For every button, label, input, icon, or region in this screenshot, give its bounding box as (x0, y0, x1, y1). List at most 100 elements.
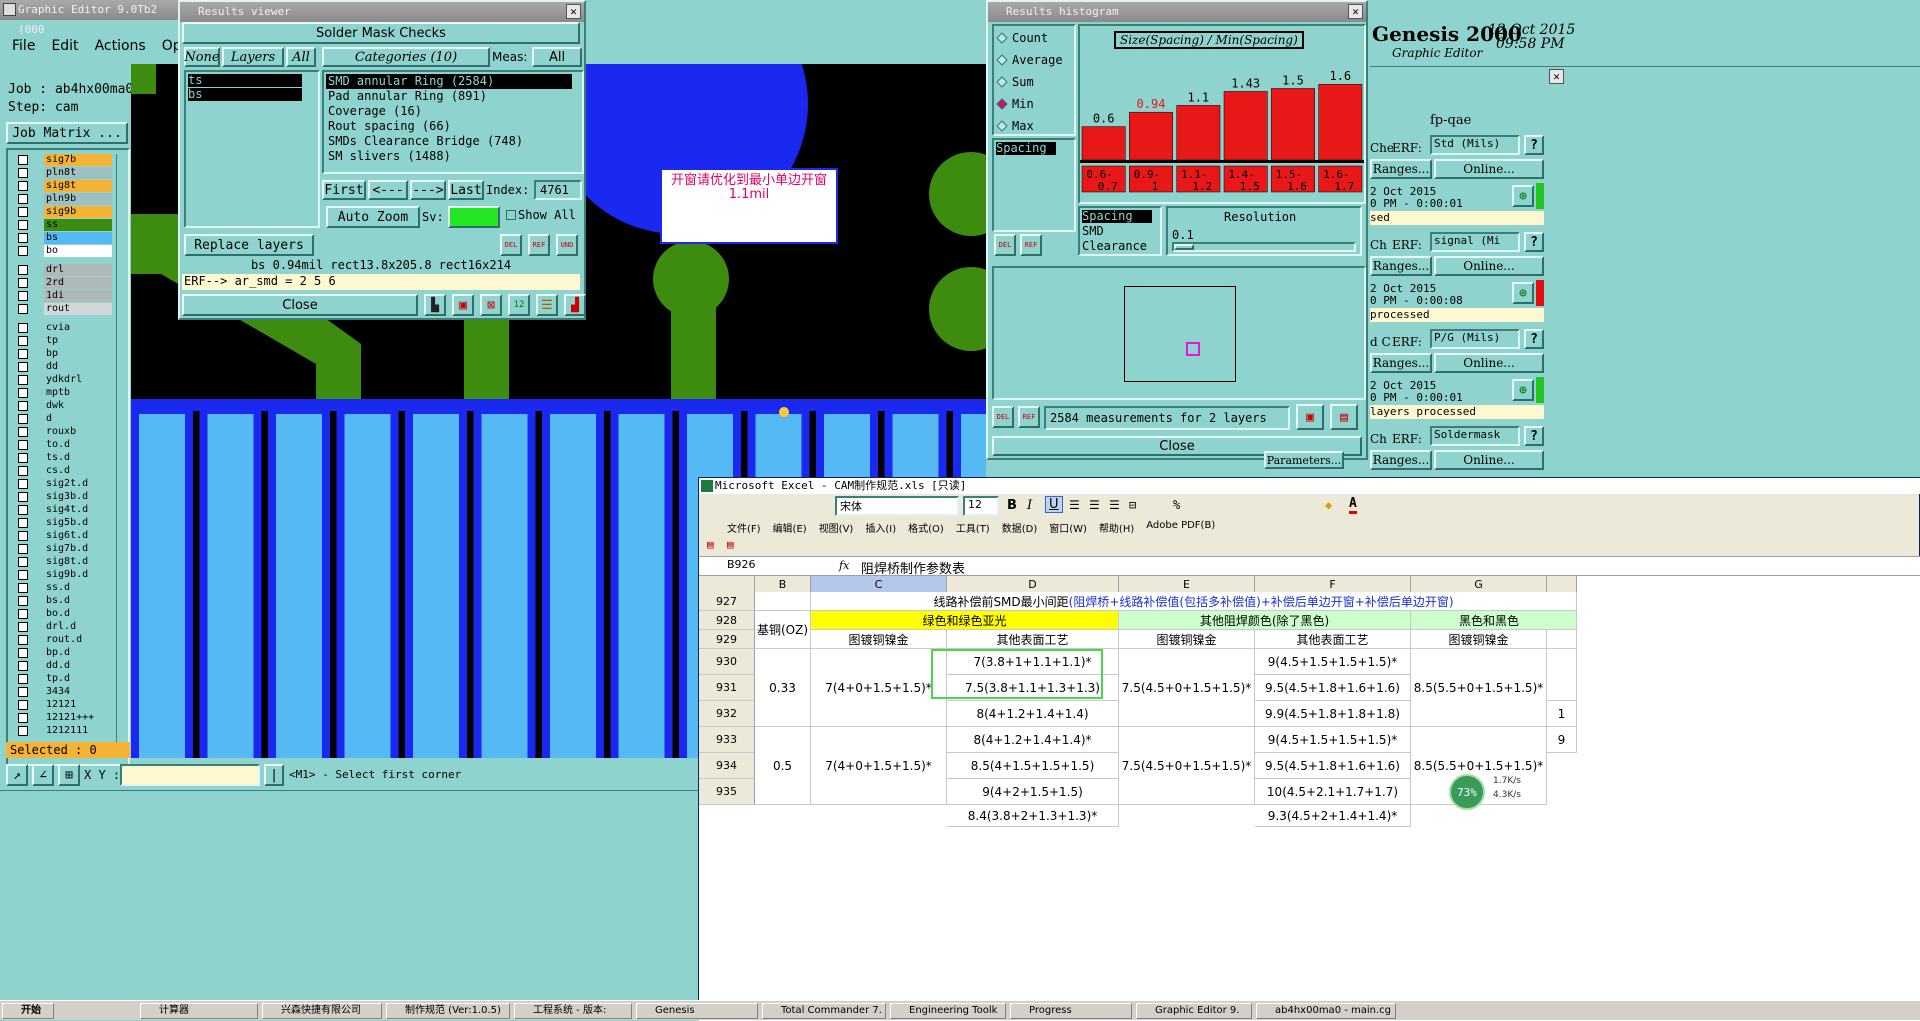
layer-name[interactable]: 12121+++ (44, 712, 112, 724)
rv-layer-bs[interactable]: bs (188, 88, 302, 101)
cell-927-title[interactable]: 线路补偿前SMD最小间距 (阻焊桥+线路补偿值(包括多补偿值)+补偿后单边开窗+补… (811, 592, 1577, 611)
layer-name[interactable]: sig7b (44, 154, 112, 166)
rv-index-input[interactable]: 4761 (534, 180, 582, 200)
cell-f930[interactable]: 9(4.5+1.5+1.5+1.5)* (1255, 649, 1411, 675)
tool-icon-1[interactable]: ↗ (6, 764, 28, 786)
hist-close-icon[interactable]: ✕ (1348, 4, 1363, 19)
layer-row[interactable]: sig7b (18, 154, 112, 166)
layer-scrollbar[interactable] (116, 154, 126, 754)
layer-row[interactable]: dwk (18, 400, 112, 412)
taskbar-item[interactable]: 计算器 (140, 1003, 258, 1019)
layer-row[interactable]: 1212111 (18, 725, 112, 737)
layer-checkbox[interactable] (18, 414, 28, 424)
layer-row[interactable]: d (18, 413, 112, 425)
layer-name[interactable]: dd (44, 361, 112, 373)
cell-929-c[interactable]: 图镀铜镍金 (811, 630, 947, 649)
row-header[interactable]: 927 (699, 592, 755, 611)
layer-checkbox[interactable] (18, 583, 28, 593)
layer-row[interactable]: sig7b.d (18, 543, 112, 555)
layer-row[interactable]: rout.d (18, 634, 112, 646)
layer-row[interactable]: 2rd (18, 277, 112, 289)
layer-checkbox[interactable] (18, 388, 28, 398)
erf-select[interactable]: Soldermask (1430, 426, 1520, 446)
layer-name[interactable]: bo (44, 245, 112, 257)
rv-icon-a[interactable]: ▙ (424, 294, 446, 316)
cell-d933[interactable]: 8(4+1.2+1.4+1.4)* (947, 727, 1119, 753)
name-box[interactable]: B926 (727, 558, 797, 575)
excel-menu-file[interactable]: 文件(F) (727, 520, 761, 538)
cell-d932[interactable]: 8(4+1.2+1.4+1.4) (947, 701, 1119, 727)
excel-menu-window[interactable]: 窗口(W) (1049, 520, 1087, 538)
online-button[interactable]: Online... (1434, 450, 1544, 470)
help-button[interactable]: ? (1524, 329, 1544, 349)
menu-edit[interactable]: Edit (51, 38, 78, 62)
cell-e-05[interactable]: 7.5(4.5+0+1.5+1.5)* (1119, 727, 1255, 805)
taskbar-item[interactable]: Progress (1010, 1003, 1132, 1019)
cell-h932[interactable]: 1 (1547, 701, 1577, 727)
excel-menu-help[interactable]: 帮助(H) (1099, 520, 1134, 538)
layer-checkbox[interactable] (18, 687, 28, 697)
rv-close-button[interactable]: Close (182, 294, 418, 316)
underline-button[interactable]: U (1045, 496, 1063, 513)
col-header-b[interactable]: B (755, 576, 811, 592)
rv-ref-icon[interactable]: REF (528, 234, 550, 256)
xy-input[interactable] (120, 764, 260, 786)
cell-green-header[interactable]: 绿色和绿色亚光 (811, 611, 1119, 630)
cell-f936[interactable]: 9.3(4.5+2+1.4+1.4)* (1255, 805, 1411, 827)
rv-icon-d[interactable]: 12 (508, 294, 530, 316)
align-center-icon[interactable]: ☰ (1089, 498, 1100, 512)
layer-checkbox[interactable] (18, 713, 28, 723)
taskbar-item[interactable]: 兴森快捷有限公司 (262, 1003, 382, 1019)
layer-checkbox[interactable] (18, 155, 28, 165)
menu-file[interactable]: File (12, 38, 35, 62)
pdf-icon-1[interactable]: ▤ (707, 538, 721, 552)
excel-menu-adobe-pdf[interactable]: Adobe PDF(B) (1146, 520, 1215, 538)
layer-name[interactable]: sig8t.d (44, 556, 112, 568)
layer-name[interactable]: bo.d (44, 608, 112, 620)
align-right-icon[interactable]: ☰ (1109, 498, 1120, 512)
rv-category-list[interactable]: SMD annular Ring (2584) Pad annular Ring … (322, 70, 584, 174)
font-name-select[interactable]: 宋体 (835, 496, 959, 516)
magnify-icon[interactable]: ⊕ (1512, 282, 1534, 304)
excel-menu-edit[interactable]: 编辑(E) (773, 520, 807, 538)
layer-checkbox[interactable] (18, 323, 28, 333)
layer-checkbox[interactable] (18, 453, 28, 463)
col-header-g[interactable]: G (1411, 576, 1547, 592)
layer-row[interactable]: 1di (18, 290, 112, 302)
col-header-f[interactable]: F (1255, 576, 1411, 592)
help-button[interactable]: ? (1524, 232, 1544, 252)
layer-name[interactable]: rouxb (44, 426, 112, 438)
ranges-button[interactable]: Ranges... (1370, 159, 1432, 179)
rv-meas-select[interactable]: All (532, 47, 582, 67)
layer-name[interactable]: bp.d (44, 647, 112, 659)
layer-checkbox[interactable] (18, 336, 28, 346)
layer-name[interactable]: pln8t (44, 167, 112, 179)
layer-checkbox[interactable] (18, 505, 28, 515)
layer-name[interactable]: 1212111 (44, 725, 112, 737)
row-header[interactable]: 934 (699, 753, 755, 779)
cell-b-033[interactable]: 0.33 (755, 649, 811, 727)
layer-name[interactable]: 3434 (44, 686, 112, 698)
rv-und-icon[interactable]: UND (556, 234, 578, 256)
hist-zoom-icon[interactable]: ▣ (1296, 404, 1324, 430)
layer-checkbox[interactable] (18, 622, 28, 632)
rv-layer-list[interactable]: ts bs (184, 70, 320, 228)
layer-checkbox[interactable] (18, 557, 28, 567)
layer-checkbox[interactable] (18, 726, 28, 736)
row-header[interactable]: 935 (699, 779, 755, 805)
cell-b-05[interactable]: 0.5 (755, 727, 811, 805)
hist-radio-count[interactable]: Count (996, 30, 1048, 46)
layer-row[interactable]: 3434 (18, 686, 112, 698)
tool-icon-3[interactable]: ⊞ (58, 764, 80, 786)
start-button[interactable]: 开始 (2, 1003, 54, 1019)
layer-row[interactable]: drl.d (18, 621, 112, 633)
erf-select[interactable]: signal (Mi (1430, 232, 1520, 252)
layer-row[interactable]: bp (18, 348, 112, 360)
row-header[interactable]: 933 (699, 727, 755, 753)
layer-checkbox[interactable] (18, 518, 28, 528)
layer-name[interactable]: dwk (44, 400, 112, 412)
category-item[interactable]: Coverage (16) (326, 104, 572, 119)
ranges-button[interactable]: Ranges... (1370, 256, 1432, 276)
hist-slider-thumb[interactable] (1174, 244, 1194, 250)
rv-all-button[interactable]: All (286, 47, 316, 67)
